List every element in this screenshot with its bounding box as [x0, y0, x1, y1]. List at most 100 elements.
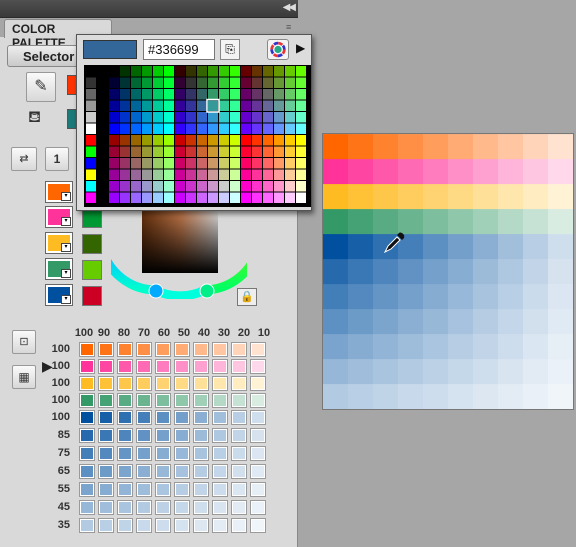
tint-swatch[interactable] — [136, 428, 152, 443]
tint-swatch[interactable] — [212, 464, 228, 479]
tint-swatch[interactable] — [193, 446, 209, 461]
tint-swatch[interactable] — [79, 342, 95, 357]
tint-swatch[interactable] — [155, 518, 171, 533]
tint-swatch[interactable] — [155, 342, 171, 357]
tint-swatch[interactable] — [79, 500, 95, 515]
tint-preview-grid[interactable] — [322, 133, 574, 410]
tint-swatch[interactable] — [98, 518, 114, 533]
tint-swatch[interactable] — [250, 393, 266, 408]
tint-swatch[interactable] — [117, 464, 133, 479]
harmony-well-4[interactable]: ▾ — [45, 258, 73, 280]
tint-swatch[interactable] — [79, 446, 95, 461]
tint-swatch[interactable] — [155, 500, 171, 515]
tint-swatch[interactable] — [174, 446, 190, 461]
tint-swatch[interactable] — [231, 464, 247, 479]
tint-swatch[interactable] — [250, 446, 266, 461]
tint-swatch[interactable] — [174, 342, 190, 357]
tint-swatch[interactable] — [136, 518, 152, 533]
tint-swatch[interactable] — [136, 342, 152, 357]
tint-swatch[interactable] — [231, 410, 247, 425]
tint-swatch[interactable] — [193, 410, 209, 425]
tint-swatch[interactable] — [231, 393, 247, 408]
tint-swatch[interactable] — [250, 359, 266, 374]
tint-swatch[interactable] — [155, 464, 171, 479]
tint-swatch[interactable] — [79, 376, 95, 391]
lock-icon[interactable]: 🔒 — [237, 288, 257, 306]
tint-swatch[interactable] — [212, 410, 228, 425]
tint-swatch[interactable] — [231, 428, 247, 443]
tint-swatch[interactable] — [79, 359, 95, 374]
tint-swatch[interactable] — [193, 393, 209, 408]
tint-swatch[interactable] — [250, 500, 266, 515]
harmony-well-5[interactable]: ▾ — [45, 284, 73, 306]
tint-swatch[interactable] — [212, 482, 228, 497]
tint-swatch[interactable] — [98, 393, 114, 408]
tint-swatch[interactable] — [136, 482, 152, 497]
tint-swatch[interactable] — [117, 428, 133, 443]
collapse-icon[interactable]: ◀◀ — [283, 2, 296, 13]
tint-swatch[interactable] — [174, 518, 190, 533]
tint-swatch[interactable] — [155, 482, 171, 497]
tint-swatch[interactable] — [136, 446, 152, 461]
tint-swatch[interactable] — [136, 464, 152, 479]
tint-swatch[interactable] — [155, 410, 171, 425]
tint-swatch[interactable] — [98, 428, 114, 443]
tint-swatch[interactable] — [174, 393, 190, 408]
tint-swatch[interactable] — [193, 428, 209, 443]
selector-tab[interactable]: Selector — [7, 45, 87, 67]
tint-swatch[interactable] — [136, 500, 152, 515]
tint-swatch[interactable] — [212, 342, 228, 357]
tint-swatch[interactable] — [250, 518, 266, 533]
tint-swatch[interactable] — [212, 359, 228, 374]
tint-swatch[interactable] — [136, 410, 152, 425]
tint-swatch[interactable] — [193, 359, 209, 374]
tint-swatch[interactable] — [136, 393, 152, 408]
tint-swatch[interactable] — [193, 518, 209, 533]
tint-swatch[interactable] — [231, 376, 247, 391]
tint-swatch[interactable] — [155, 428, 171, 443]
tint-swatch[interactable] — [79, 482, 95, 497]
tint-swatch[interactable] — [98, 446, 114, 461]
tint-swatch[interactable] — [117, 342, 133, 357]
tint-swatch[interactable] — [98, 410, 114, 425]
tint-swatch[interactable] — [212, 428, 228, 443]
tint-swatch[interactable] — [98, 359, 114, 374]
tint-swatch[interactable] — [174, 359, 190, 374]
pencil-icon[interactable]: ✎ — [26, 72, 56, 102]
tint-swatch[interactable] — [79, 518, 95, 533]
tint-swatch[interactable] — [136, 359, 152, 374]
tint-swatch[interactable] — [174, 464, 190, 479]
tint-swatch[interactable] — [212, 376, 228, 391]
tint-swatch[interactable] — [212, 393, 228, 408]
tint-swatch[interactable] — [117, 359, 133, 374]
tint-swatch[interactable] — [231, 482, 247, 497]
tint-swatch[interactable] — [193, 464, 209, 479]
harmony-chip[interactable] — [82, 260, 102, 280]
tint-swatch[interactable] — [117, 482, 133, 497]
copy-icon[interactable]: ⎘ — [220, 39, 240, 60]
paint-bucket-icon[interactable]: ⛾ — [28, 108, 50, 132]
tint-swatch[interactable] — [250, 482, 266, 497]
tint-swatch[interactable] — [193, 500, 209, 515]
tint-swatch[interactable] — [117, 446, 133, 461]
tint-swatch[interactable] — [98, 500, 114, 515]
harmony-chip[interactable] — [82, 234, 102, 254]
harmony-count-button[interactable]: 1 — [45, 147, 69, 171]
tint-swatch[interactable] — [174, 500, 190, 515]
harmony-chip[interactable] — [82, 286, 102, 306]
grid-view-icon[interactable]: ▦ — [12, 365, 36, 389]
tint-swatch[interactable] — [212, 500, 228, 515]
tint-swatch[interactable] — [250, 428, 266, 443]
tint-swatch[interactable] — [79, 464, 95, 479]
tint-swatch[interactable] — [250, 376, 266, 391]
tint-swatch[interactable] — [155, 376, 171, 391]
tint-swatch[interactable] — [117, 393, 133, 408]
hex-input[interactable] — [143, 39, 215, 60]
tint-swatch[interactable] — [231, 446, 247, 461]
tint-swatch[interactable] — [117, 410, 133, 425]
tint-swatch[interactable] — [193, 342, 209, 357]
tint-swatch[interactable] — [79, 393, 95, 408]
tint-swatch[interactable] — [231, 518, 247, 533]
harmony-chip[interactable] — [82, 208, 102, 228]
tint-swatch[interactable] — [155, 446, 171, 461]
